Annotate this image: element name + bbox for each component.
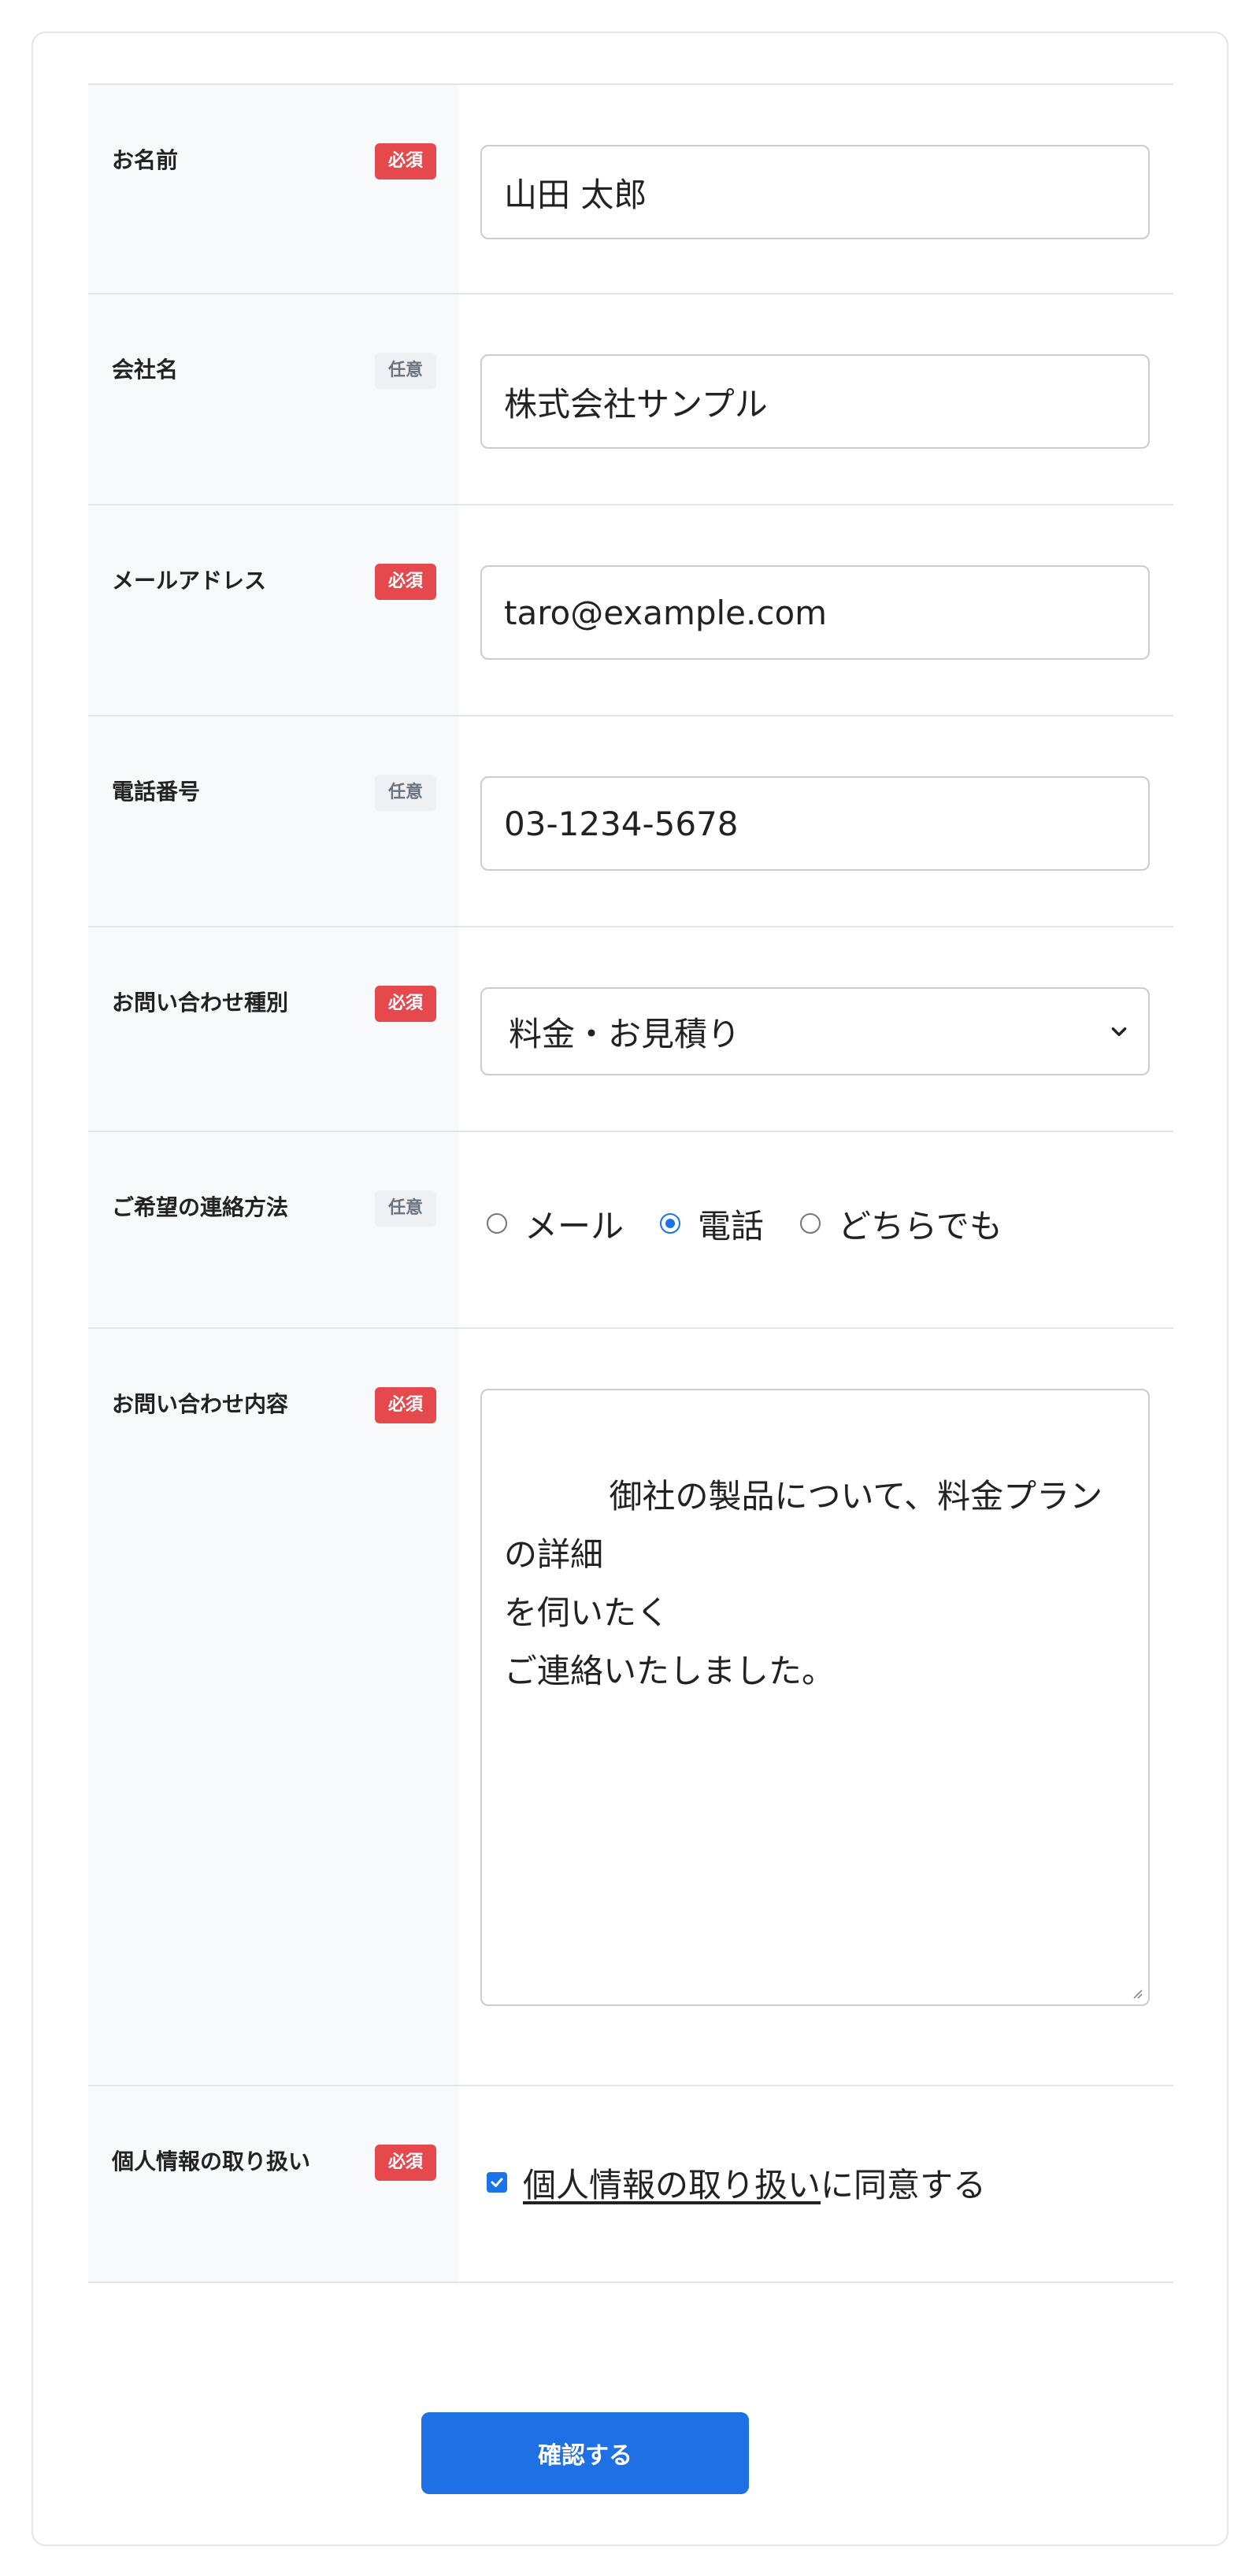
- message-label: お問い合わせ内容: [112, 1391, 289, 1417]
- optional-badge: 任意: [374, 1190, 436, 1227]
- name-input[interactable]: 山田 太郎: [480, 145, 1150, 239]
- required-badge: 必須: [374, 1387, 436, 1423]
- label-cell: 個人情報の取り扱い 必須: [88, 2086, 458, 2282]
- optional-badge: 任意: [374, 775, 436, 811]
- privacy-consent-suffix: に同意する: [821, 2165, 987, 2204]
- form-table: お名前 必須 山田 太郎 会社名 任意 株式会社サンプル メールアドレス 必須: [88, 83, 1173, 2283]
- contact-method-radio-group: メール 電話 どちらでも: [480, 1176, 1150, 1271]
- field-cell: 御社の製品について、料金プランの詳細 を伺いたく ご連絡いたしました。: [458, 1329, 1173, 2085]
- submit-area: 確認する: [33, 2412, 1227, 2494]
- field-cell: メール 電話 どちらでも: [458, 1132, 1173, 1327]
- email-input[interactable]: taro@example.com: [480, 565, 1150, 660]
- company-input[interactable]: 株式会社サンプル: [480, 354, 1150, 449]
- privacy-label: 個人情報の取り扱い: [112, 2149, 311, 2174]
- inquiry-type-selected: 料金・お見積り: [509, 1014, 741, 1053]
- label-cell: お問い合わせ内容 必須: [88, 1329, 458, 2085]
- checkmark-icon: [491, 2178, 503, 2187]
- resize-handle-icon[interactable]: [1129, 1986, 1143, 2000]
- inquiry-type-select[interactable]: 料金・お見積り: [480, 987, 1150, 1075]
- form-row-privacy: 個人情報の取り扱い 必須 個人情報の取り扱い に同意する: [88, 2086, 1173, 2283]
- field-cell: 株式会社サンプル: [458, 294, 1173, 504]
- field-cell: 03-1234-5678: [458, 716, 1173, 926]
- field-cell: 料金・お見積り: [458, 927, 1173, 1131]
- radio-button-selected[interactable]: [660, 1213, 681, 1234]
- contact-method-label: ご希望の連絡方法: [112, 1194, 289, 1220]
- form-row-company: 会社名 任意 株式会社サンプル: [88, 294, 1173, 505]
- required-badge: 必須: [374, 143, 436, 180]
- required-badge: 必須: [374, 986, 436, 1022]
- confirm-button[interactable]: 確認する: [421, 2412, 749, 2494]
- required-badge: 必須: [374, 2145, 436, 2181]
- radio-button[interactable]: [800, 1213, 821, 1234]
- privacy-policy-link[interactable]: 個人情報の取り扱い: [523, 2159, 821, 2207]
- radio-option-either[interactable]: どちらでも: [800, 1200, 1002, 1248]
- privacy-consent: 個人情報の取り扱い に同意する: [480, 2135, 1150, 2230]
- optional-badge: 任意: [374, 353, 436, 389]
- label-cell: 電話番号 任意: [88, 716, 458, 926]
- inquiry-type-label: お問い合わせ種別: [112, 990, 289, 1016]
- form-row-phone: 電話番号 任意 03-1234-5678: [88, 716, 1173, 927]
- form-row-message: お問い合わせ内容 必須 御社の製品について、料金プランの詳細 を伺いたく ご連絡…: [88, 1329, 1173, 2086]
- form-row-contact-method: ご希望の連絡方法 任意 メール 電話 どちらでも: [88, 1132, 1173, 1329]
- name-label: お名前: [112, 147, 179, 173]
- required-badge: 必須: [374, 564, 436, 600]
- phone-label: 電話番号: [112, 779, 201, 805]
- form-row-name: お名前 必須 山田 太郎: [88, 85, 1173, 294]
- radio-label: 電話: [698, 1206, 765, 1245]
- privacy-checkbox[interactable]: [487, 2172, 507, 2193]
- radio-option-phone[interactable]: 電話: [660, 1200, 764, 1248]
- field-cell: taro@example.com: [458, 505, 1173, 715]
- radio-option-email[interactable]: メール: [487, 1200, 624, 1248]
- label-cell: お問い合わせ種別 必須: [88, 927, 458, 1131]
- message-textarea[interactable]: 御社の製品について、料金プランの詳細 を伺いたく ご連絡いたしました。: [480, 1389, 1150, 2006]
- label-cell: メールアドレス 必須: [88, 505, 458, 715]
- phone-input[interactable]: 03-1234-5678: [480, 776, 1150, 871]
- form-row-email: メールアドレス 必須 taro@example.com: [88, 505, 1173, 716]
- label-cell: お名前 必須: [88, 85, 458, 293]
- field-cell: 個人情報の取り扱い に同意する: [458, 2086, 1173, 2282]
- message-text: 御社の製品について、料金プランの詳細 を伺いたく ご連絡いたしました。: [504, 1477, 1103, 1690]
- company-label: 会社名: [112, 357, 179, 383]
- field-cell: 山田 太郎: [458, 85, 1173, 293]
- radio-label: メール: [524, 1206, 624, 1245]
- label-cell: 会社名 任意: [88, 294, 458, 504]
- radio-button[interactable]: [487, 1213, 507, 1234]
- form-row-inquiry-type: お問い合わせ種別 必須 料金・お見積り: [88, 927, 1173, 1132]
- form-card: お名前 必須 山田 太郎 会社名 任意 株式会社サンプル メールアドレス 必須: [32, 31, 1228, 2546]
- radio-label: どちらでも: [838, 1206, 1002, 1245]
- label-cell: ご希望の連絡方法 任意: [88, 1132, 458, 1327]
- chevron-down-icon: [1111, 1027, 1127, 1037]
- email-label: メールアドレス: [112, 568, 267, 594]
